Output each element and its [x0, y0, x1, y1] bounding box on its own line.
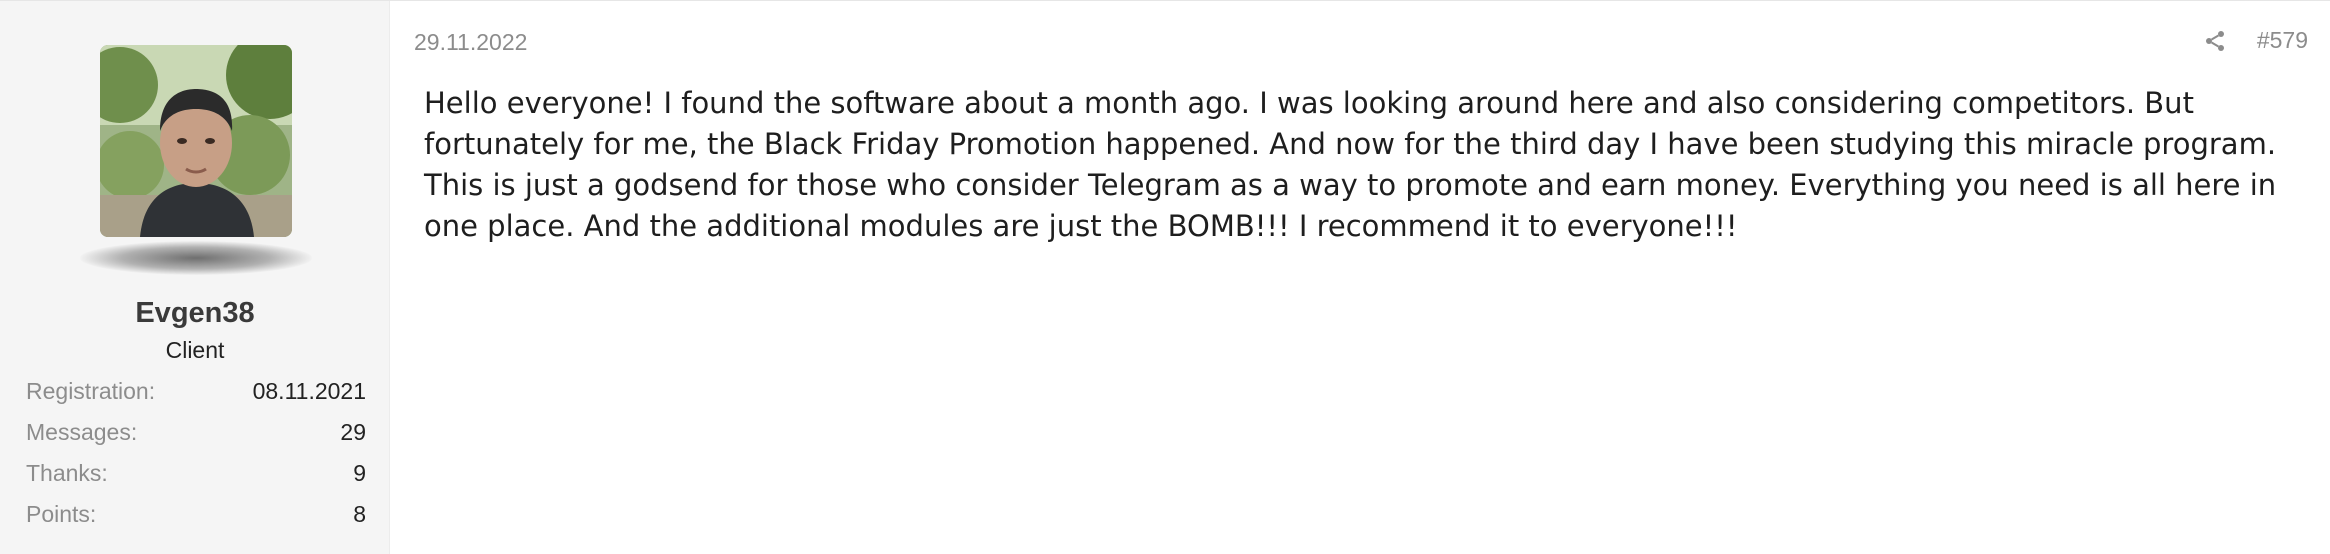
stat-value: 08.11.2021: [252, 378, 366, 404]
stat-label: Thanks:: [26, 460, 108, 486]
forum-post: Evgen38 Client Registration: 08.11.2021 …: [0, 0, 2330, 554]
stat-messages: Messages: 29: [26, 412, 366, 453]
post-actions: #579: [2203, 27, 2308, 54]
post-content: 29.11.2022 #579 Hello everyone! I found …: [390, 1, 2330, 554]
stat-value: 8: [353, 501, 366, 527]
avatar-photo: [100, 45, 292, 237]
avatar[interactable]: [100, 45, 292, 237]
stat-label: Messages:: [26, 419, 138, 445]
stat-points: Points: 8: [26, 494, 366, 535]
share-icon[interactable]: [2203, 29, 2227, 53]
user-stats: Registration: 08.11.2021 Messages: 29 Th…: [26, 371, 366, 535]
post-number-link[interactable]: #579: [2257, 27, 2308, 54]
username[interactable]: Evgen38: [0, 297, 390, 330]
user-title: Client: [165, 337, 225, 363]
stat-thanks: Thanks: 9: [26, 453, 366, 494]
user-info-panel: Evgen38 Client Registration: 08.11.2021 …: [0, 1, 390, 554]
stat-registration: Registration: 08.11.2021: [26, 371, 366, 412]
stat-label: Points:: [26, 501, 97, 527]
stat-value: 29: [340, 419, 366, 445]
post-message: Hello everyone! I found the software abo…: [424, 86, 2277, 243]
avatar-shadow: [80, 241, 312, 275]
stat-value: 9: [353, 460, 366, 486]
stat-label: Registration:: [26, 378, 156, 404]
post-date[interactable]: 29.11.2022: [414, 29, 527, 56]
